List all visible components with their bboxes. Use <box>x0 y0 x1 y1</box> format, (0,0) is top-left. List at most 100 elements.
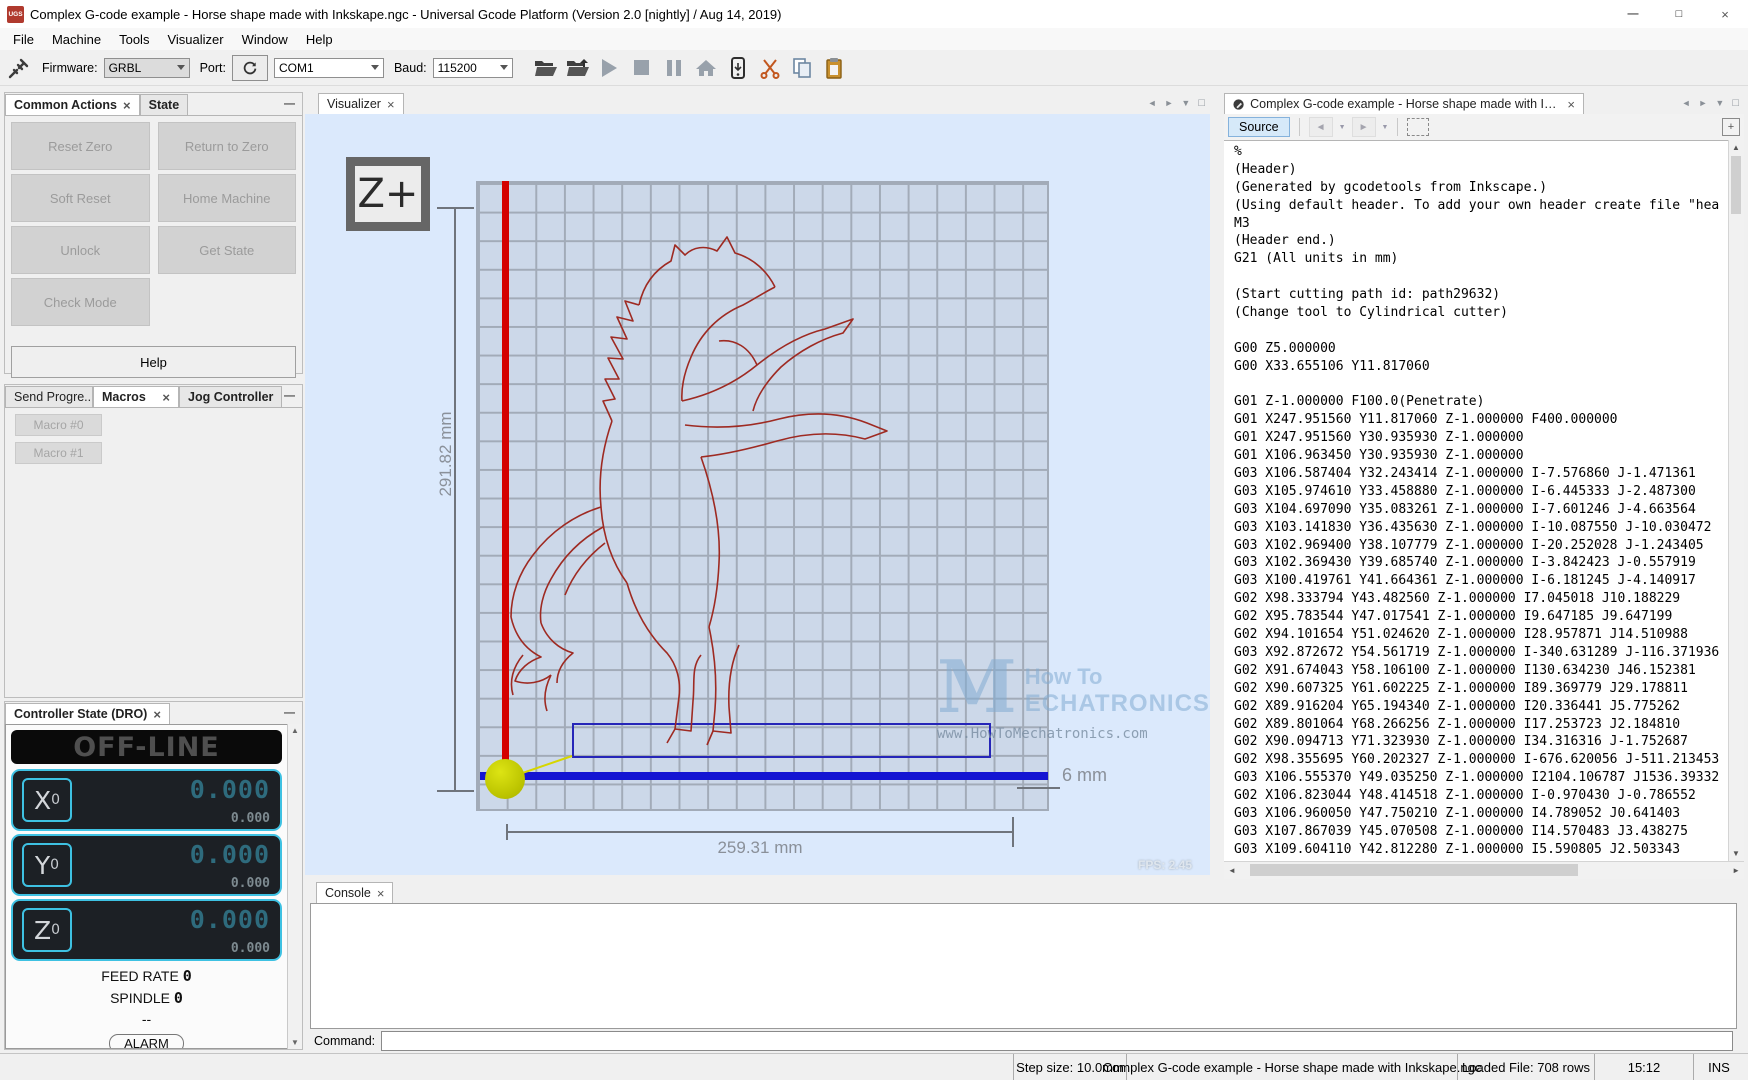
unlock-button[interactable]: Unlock <box>11 226 150 274</box>
dro-display: OFF-LINE X0 0.000 0.000 Y0 0.000 0.000 Z… <box>5 724 288 1049</box>
axis-machine-value: 0.000 <box>231 876 270 891</box>
editor-horizontal-scrollbar[interactable] <box>1224 861 1744 879</box>
open-recent-icon[interactable] <box>565 55 591 81</box>
get-state-button[interactable]: Get State <box>158 226 297 274</box>
scroll-right-icon[interactable] <box>1732 866 1740 875</box>
menu-help[interactable]: Help <box>297 30 342 49</box>
refresh-port-button[interactable] <box>232 55 268 81</box>
return-to-zero-button[interactable]: Return to Zero <box>158 122 297 170</box>
tab-jog-controller[interactable]: Jog Controller <box>179 386 282 407</box>
paste-icon[interactable] <box>821 55 847 81</box>
panel-minimize-icon[interactable] <box>284 387 295 402</box>
maximize-pane-icon[interactable] <box>1732 97 1739 109</box>
close-icon[interactable] <box>377 886 385 901</box>
rectangular-selection-icon[interactable] <box>1407 118 1429 136</box>
dro-scrollbar[interactable] <box>287 724 302 1049</box>
reset-zero-button[interactable]: Reset Zero <box>11 122 150 170</box>
scrollbar-thumb[interactable] <box>1250 864 1578 876</box>
source-view-button[interactable]: Source <box>1228 117 1290 137</box>
home-icon[interactable] <box>693 55 719 81</box>
scroll-up-icon[interactable] <box>1732 143 1740 152</box>
help-button[interactable]: Help <box>11 346 296 378</box>
chevron-down-icon <box>371 65 379 70</box>
gcode-line: G03 X102.369430 Y39.685740 Z-1.000000 I-… <box>1234 555 1744 573</box>
tab-visualizer[interactable]: Visualizer <box>318 93 404 114</box>
gcode-line: G02 X90.607325 Y61.602225 Z-1.000000 I89… <box>1234 681 1744 699</box>
nav-left-icon[interactable] <box>1148 98 1157 108</box>
axis-reset-button[interactable]: Y0 <box>22 843 72 887</box>
gcode-visualizer-canvas[interactable]: Z+ <box>305 114 1210 875</box>
tab-common-actions[interactable]: Common Actions <box>5 94 140 115</box>
macro-0-button[interactable]: Macro #0 <box>15 414 102 436</box>
gcode-line: G02 X89.801064 Y68.266256 Z-1.000000 I17… <box>1234 717 1744 735</box>
dro-tabbar: Controller State (DRO) <box>5 702 302 725</box>
check-mode-button[interactable]: Check Mode <box>11 278 150 326</box>
maximize-pane-icon[interactable] <box>1198 97 1205 109</box>
menu-file[interactable]: File <box>4 30 43 49</box>
tab-controller-state[interactable]: Controller State (DRO) <box>5 703 170 724</box>
tab-console[interactable]: Console <box>316 882 393 903</box>
menu-visualizer[interactable]: Visualizer <box>158 30 232 49</box>
baud-select[interactable]: 115200 <box>433 58 513 78</box>
home-machine-button[interactable]: Home Machine <box>158 174 297 222</box>
dropdown-icon[interactable] <box>1339 124 1346 131</box>
command-input[interactable] <box>381 1031 1733 1051</box>
axis-reset-button[interactable]: X0 <box>22 778 72 822</box>
console-output[interactable] <box>310 903 1737 1029</box>
close-icon[interactable] <box>162 390 170 405</box>
open-file-icon[interactable] <box>533 55 559 81</box>
dropdown-icon[interactable] <box>1382 124 1389 131</box>
connect-plug-icon[interactable] <box>6 55 32 81</box>
copy-icon[interactable] <box>789 55 815 81</box>
close-icon[interactable] <box>123 98 131 113</box>
nav-right-icon[interactable] <box>1699 98 1708 108</box>
soft-reset-button[interactable]: Soft Reset <box>11 174 150 222</box>
play-icon[interactable] <box>597 55 623 81</box>
panel-minimize-icon[interactable] <box>284 704 295 719</box>
panel-minimize-icon[interactable] <box>284 95 295 110</box>
nav-right-icon[interactable] <box>1165 98 1174 108</box>
gcode-line: M3 <box>1234 216 1744 234</box>
close-icon[interactable] <box>153 707 161 722</box>
close-icon[interactable] <box>387 97 395 112</box>
nav-left-icon[interactable] <box>1682 98 1691 108</box>
stop-icon[interactable] <box>629 55 655 81</box>
tab-state[interactable]: State <box>140 94 189 115</box>
send-to-device-icon[interactable] <box>725 55 751 81</box>
firmware-select[interactable]: GRBL <box>104 58 190 78</box>
close-icon[interactable] <box>1567 97 1575 112</box>
menu-window[interactable]: Window <box>233 30 297 49</box>
gcode-line: G00 X33.655106 Y11.817060 <box>1234 359 1744 377</box>
last-edit-back-icon[interactable]: ◄ <box>1309 117 1333 137</box>
scroll-up-icon[interactable] <box>291 726 299 735</box>
menu-tools[interactable]: Tools <box>110 30 158 49</box>
macro-1-button[interactable]: Macro #1 <box>15 442 102 464</box>
scroll-left-icon[interactable] <box>1228 866 1236 875</box>
visualizer-tabbar: Visualizer <box>305 92 1210 115</box>
editor-toolbar: Source ◄ ► + <box>1224 114 1744 141</box>
port-select[interactable]: COM1 <box>274 58 384 78</box>
pause-icon[interactable] <box>661 55 687 81</box>
tab-gcode-file[interactable]: Complex G-code example - Horse shape mad… <box>1224 93 1584 114</box>
gcode-line: G03 X103.141830 Y36.435630 Z-1.000000 I-… <box>1234 520 1744 538</box>
editor-vertical-scrollbar[interactable] <box>1728 140 1744 861</box>
window-close-icon[interactable] <box>1702 0 1748 28</box>
window-minimize-icon[interactable] <box>1610 0 1656 28</box>
scroll-down-icon[interactable] <box>1732 849 1740 858</box>
menu-machine[interactable]: Machine <box>43 30 110 49</box>
tab-send-progress[interactable]: Send Progre... <box>5 386 93 407</box>
cut-icon[interactable] <box>757 55 783 81</box>
tab-macros[interactable]: Macros <box>93 386 179 407</box>
width-dimension-label: 259.31 mm <box>685 838 835 858</box>
gcode-source-editor[interactable]: %(Header)(Generated by gcodetools from I… <box>1224 140 1744 862</box>
last-edit-forward-icon[interactable]: ► <box>1352 117 1376 137</box>
window-title: Complex G-code example - Horse shape mad… <box>30 7 781 22</box>
tab-list-icon[interactable] <box>1715 98 1724 108</box>
tab-list-icon[interactable] <box>1181 98 1190 108</box>
scrollbar-thumb[interactable] <box>1731 156 1741 214</box>
gcode-line: (Change tool to Cylindrical cutter) <box>1234 305 1744 323</box>
split-window-icon[interactable]: + <box>1722 118 1740 136</box>
scroll-down-icon[interactable] <box>291 1038 299 1047</box>
window-maximize-icon[interactable] <box>1656 0 1702 28</box>
axis-reset-button[interactable]: Z0 <box>22 908 72 952</box>
